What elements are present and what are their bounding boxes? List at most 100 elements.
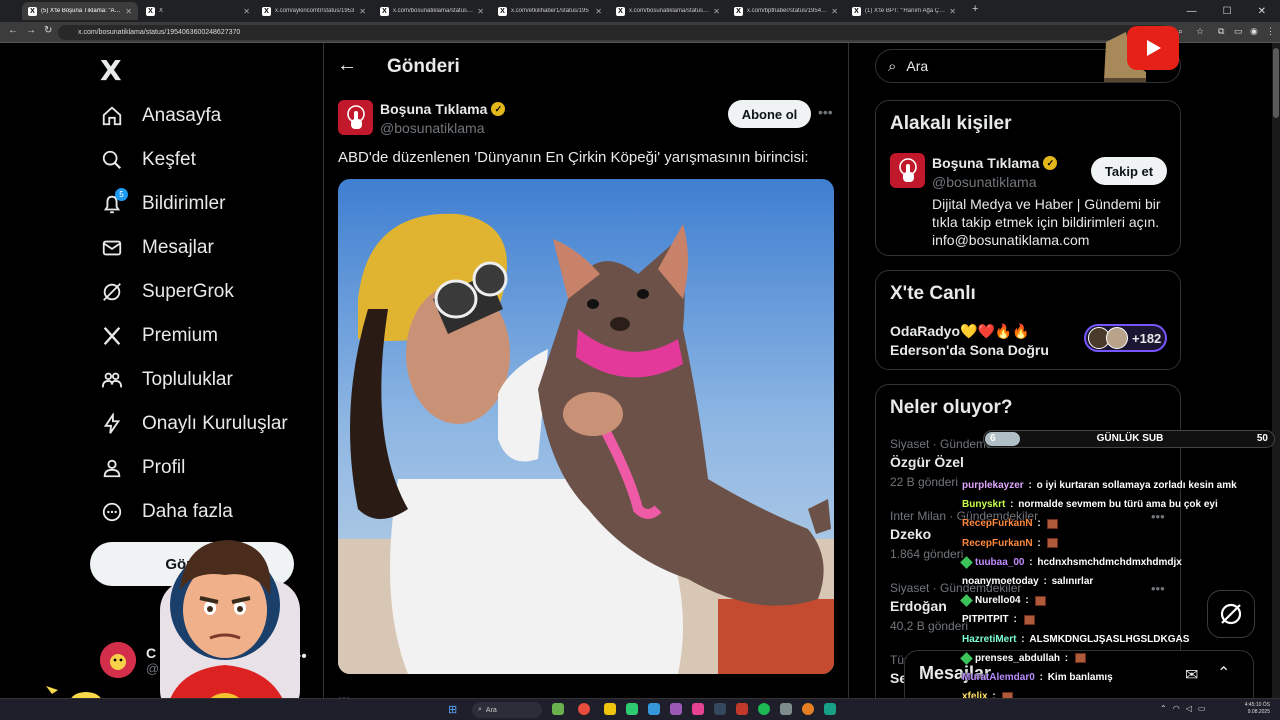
close-tab-icon[interactable]: ✕	[125, 7, 132, 16]
related-avatar[interactable]	[890, 153, 925, 188]
address-bar[interactable]: x.com/bosunatiklama/status/1954063600248…	[58, 25, 1168, 40]
related-name[interactable]: Boşuna Tıklama ✓	[932, 155, 1058, 171]
sidebar-item-supergrok[interactable]: SuperGrok	[100, 276, 234, 308]
windows-taskbar: ⊞ ⌕ Ara ⌃ ◠ ◁ ▭ 4:45:10 ÖS 9.08.2025	[0, 698, 1280, 720]
windows-start-icon[interactable]: ⊞	[448, 703, 457, 716]
chat-emote-icon	[1023, 614, 1035, 625]
forward-nav-icon[interactable]: →	[26, 25, 36, 36]
close-tab-icon[interactable]: ✕	[359, 7, 366, 16]
close-tab-icon[interactable]: ✕	[713, 7, 720, 16]
back-nav-icon[interactable]: ←	[8, 25, 18, 36]
sidebar-item-profil[interactable]: Profil	[100, 452, 185, 484]
maximize-button[interactable]: ☐	[1223, 6, 1232, 17]
chat-username: RecepFurkanN	[962, 537, 1033, 549]
taskbar-app-icon[interactable]	[780, 703, 792, 715]
back-arrow-icon[interactable]: ←	[337, 54, 357, 77]
close-tab-icon[interactable]: ✕	[595, 7, 602, 16]
taskbar-app-icon[interactable]	[802, 703, 814, 715]
chat-emote-icon	[1035, 595, 1047, 606]
close-tab-icon[interactable]: ✕	[243, 7, 250, 16]
x-favicon-icon: X	[380, 6, 389, 16]
browser-tab[interactable]: X X ✕	[140, 2, 256, 20]
volume-icon[interactable]: ◁	[1186, 704, 1192, 713]
chat-separator: :	[1025, 480, 1035, 492]
scrollbar-thumb[interactable]	[1273, 48, 1279, 118]
browser-tab[interactable]: Xx.com/bosunatiklama/status/19 ✕	[610, 2, 726, 20]
wifi-icon[interactable]: ◠	[1173, 704, 1180, 713]
split-icon[interactable]: ▭	[1234, 26, 1243, 37]
chat-message: tuubaa_00 : hcdnxhsmchdmchdmxhdmdjx	[960, 553, 1262, 572]
system-tray[interactable]: ⌃ ◠ ◁ ▭	[1160, 704, 1205, 713]
minimize-button[interactable]: —	[1187, 6, 1197, 17]
sub-goal-label: GÜNLÜK SUB	[1096, 433, 1164, 444]
taskbar-app-icon[interactable]	[714, 703, 726, 715]
taskbar-app-icon[interactable]	[648, 703, 660, 715]
taskbar-app-icon[interactable]	[692, 703, 704, 715]
live-host[interactable]: OdaRadyo💛❤️🔥🔥	[890, 323, 1030, 340]
x-favicon-icon: X	[616, 6, 625, 16]
follow-button[interactable]: Takip et	[1091, 157, 1167, 185]
bell-icon: 5	[100, 188, 128, 216]
related-handle[interactable]: @bosunatiklama	[932, 174, 1037, 190]
browser-tab[interactable]: Xx.com/etkilihaber1/status/195 ✕	[492, 2, 608, 20]
taskbar-search[interactable]: ⌕ Ara	[472, 702, 542, 718]
taskbar-app-icon[interactable]	[824, 703, 836, 715]
taskbar-clock[interactable]: 4:45:10 ÖS 9.08.2025	[1238, 702, 1270, 716]
battery-icon[interactable]: ▭	[1198, 704, 1206, 713]
sidebar-item-premium[interactable]: Premium	[100, 320, 218, 352]
tweet-author-handle[interactable]: @bosunatiklama	[380, 120, 485, 136]
sidebar-item-onayl-kurulu-lar[interactable]: Onaylı Kuruluşlar	[100, 408, 288, 440]
extensions-icon[interactable]: ⧉	[1218, 26, 1224, 37]
tab-label: x.com/bosunatiklama/status/19	[393, 8, 474, 14]
close-tab-icon[interactable]: ✕	[477, 7, 484, 16]
taskbar-app-icon[interactable]	[578, 703, 590, 715]
close-window-button[interactable]: ✕	[1258, 6, 1266, 17]
taskbar-app-icon[interactable]	[604, 703, 616, 715]
taskbar-app-icon[interactable]	[626, 703, 638, 715]
chat-text: ALSMKDNGLJŞASLHGSLDKGAS	[1029, 633, 1190, 645]
x-logo[interactable]: X	[100, 54, 122, 87]
tweet-photo[interactable]	[338, 179, 834, 674]
tab-label: (5) X'te Boşuna Tıklama: "ABD'd	[41, 8, 122, 14]
profile-icon[interactable]: ◉	[1250, 26, 1258, 37]
url-text: x.com/bosunatiklama/status/1954063600248…	[78, 29, 241, 36]
browser-tab[interactable]: Xx.com/bpthaber/status/195400 ✕	[728, 2, 844, 20]
screen: X (5) X'te Boşuna Tıklama: "ABD'd ✕ X X ✕ Xx.c…	[0, 0, 1280, 720]
sidebar-item-mesajlar[interactable]: Mesajlar	[100, 232, 214, 264]
browser-tab[interactable]: Xx.com/bosunatiklama/status/19 ✕	[374, 2, 490, 20]
menu-kebab-icon[interactable]: ⋮	[1266, 26, 1275, 37]
sidebar-item-anasayfa[interactable]: Anasayfa	[100, 100, 221, 132]
tweet-more-icon[interactable]: •••	[818, 104, 833, 120]
subscribe-button[interactable]: Abone ol	[728, 100, 811, 128]
sidebar-item-label: Topluluklar	[142, 369, 233, 390]
browser-tab[interactable]: Xx.com/aykiricomtr/status/1953 ✕	[256, 2, 372, 20]
tweet-author-name[interactable]: Boşuna Tıklama ✓	[380, 101, 506, 117]
reload-icon[interactable]: ↻	[44, 25, 52, 36]
sidebar-item-bildirimler[interactable]: 5 Bildirimler	[100, 188, 225, 220]
x-favicon-icon: X	[262, 6, 271, 16]
chat-message: purplekayzer : o iyi kurtaran sollamaya …	[962, 476, 1262, 495]
live-topic[interactable]: Ederson'da Sona Doğru	[890, 342, 1049, 358]
chat-text: salınırlar	[1051, 576, 1094, 588]
sidebar-item-ke-fet[interactable]: Keşfet	[100, 144, 196, 176]
clock-date: 9.08.2025	[1247, 709, 1270, 715]
tweet-author-avatar[interactable]	[338, 100, 373, 135]
browser-tab[interactable]: X (1) X'te BPT: "'Hanım Ağa Çeti ✕	[846, 2, 962, 20]
close-tab-icon[interactable]: ✕	[949, 7, 956, 16]
chat-emote-icon	[1047, 538, 1059, 549]
chat-separator: :	[1036, 671, 1046, 683]
chat-message: prenses_abdullah :	[960, 649, 1262, 668]
page-scrollbar[interactable]	[1272, 43, 1280, 720]
sidebar-item-topluluklar[interactable]: Topluluklar	[100, 364, 233, 396]
close-tab-icon[interactable]: ✕	[831, 7, 838, 16]
taskbar-app-icon[interactable]	[736, 703, 748, 715]
listener-avatar	[1106, 327, 1128, 349]
taskbar-app-icon[interactable]	[758, 703, 770, 715]
new-tab-button[interactable]: +	[972, 3, 978, 15]
tray-chevron-icon[interactable]: ⌃	[1160, 704, 1167, 713]
taskbar-app-icon[interactable]	[670, 703, 682, 715]
chat-badge-icon	[960, 651, 973, 665]
browser-tab[interactable]: X (5) X'te Boşuna Tıklama: "ABD'd ✕	[22, 2, 138, 20]
live-listeners-pill[interactable]: +182	[1084, 324, 1167, 352]
taskbar-app-icon[interactable]	[552, 703, 564, 715]
